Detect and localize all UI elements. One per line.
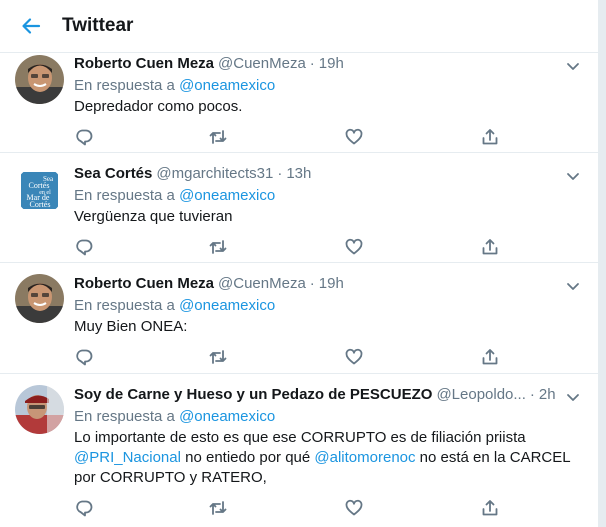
reply-button[interactable] [74,498,94,518]
retweet-icon [209,130,227,144]
tweet-actions [74,127,584,153]
tweet-text-segment: no entiedo por qué [180,449,315,466]
tweet[interactable]: Roberto Cuen Meza @CuenMeza · 19h En res… [0,263,598,374]
tweet-actions [74,498,584,524]
author-name[interactable]: Roberto Cuen Meza [74,274,214,294]
tweet-text-line: Lo importante de esto es que ese CORRUPT… [74,429,526,446]
timestamp[interactable]: 19h [319,54,344,74]
mention-link[interactable]: @PRI_Nacional [74,449,181,466]
reply-icon [76,239,93,256]
avatar[interactable] [15,274,64,323]
avatar[interactable] [15,385,64,434]
share-button[interactable] [480,127,500,147]
header: Twittear [0,0,598,53]
reply-prefix: En respuesta a [74,187,175,204]
author-handle[interactable]: @CuenMeza [218,54,306,74]
chevron-down-icon [567,173,579,180]
share-icon [482,129,498,145]
like-icon [345,128,363,145]
separator-dot: · [529,386,535,403]
separator-dot: · [277,165,283,182]
tweet-text: Depredador como pocos. [74,98,243,115]
reply-button[interactable] [74,237,94,257]
author-name[interactable]: Soy de Carne y Hueso y un Pedazo de PESC… [74,385,432,405]
reply-context: En respuesta a @oneamexico [74,296,584,316]
retweet-button[interactable] [208,237,228,257]
share-icon [482,349,498,365]
reply-button[interactable] [74,347,94,367]
tweet-actions [74,347,584,373]
page-title: Twittear [62,15,134,36]
mention-link[interactable]: @oneamexico [179,297,275,314]
share-icon [482,239,498,255]
avatar[interactable]: Sea Cortés en el Mar de Cortés [15,166,64,215]
reply-button[interactable] [74,127,94,147]
mention-link[interactable]: @oneamexico [179,187,275,204]
tweet[interactable]: Soy de Carne y Hueso y un Pedazo de PESC… [0,374,598,524]
more-options-button[interactable] [566,169,580,183]
reply-prefix: En respuesta a [74,297,175,314]
separator-dot: · [309,55,315,72]
more-options-button[interactable] [566,59,580,73]
like-button[interactable] [344,498,364,518]
chevron-down-icon [567,63,579,70]
retweet-icon [209,240,227,254]
timestamp[interactable]: 13h [286,164,311,184]
reply-prefix: En respuesta a [74,408,175,425]
author-name[interactable]: Roberto Cuen Meza [74,54,214,74]
reply-icon [76,500,93,517]
mention-link[interactable]: @alitomorenoc [314,449,415,466]
tweet-thread-panel: Twittear Roberto Cuen Meza @CuenMeza · 1… [0,0,599,527]
tweet-text-line: @PRI_Nacional no entiedo por qué @alitom… [74,448,584,468]
reply-prefix: En respuesta a [74,77,175,94]
like-icon [345,238,363,255]
like-button[interactable] [344,127,364,147]
retweet-button[interactable] [208,127,228,147]
separator-dot: · [309,275,315,292]
retweet-icon [209,350,227,364]
tweet-text: Lo importante de esto es que ese CORRUPT… [74,428,584,488]
share-button[interactable] [480,347,500,367]
retweet-button[interactable] [208,498,228,518]
like-icon [345,348,363,365]
reply-icon [76,129,93,146]
tweet[interactable]: Roberto Cuen Meza @CuenMeza · 19h En res… [0,53,598,153]
timestamp[interactable]: 19h [319,274,344,294]
tweet[interactable]: Sea Cortés en el Mar de Cortés Sea Corté… [0,153,598,263]
mention-link[interactable]: @oneamexico [179,408,275,425]
author-handle[interactable]: @CuenMeza [218,274,306,294]
share-icon [482,500,498,516]
more-options-button[interactable] [566,390,580,404]
mention-link[interactable]: @oneamexico [179,77,275,94]
like-button[interactable] [344,347,364,367]
reply-context: En respuesta a @oneamexico [74,76,584,96]
like-button[interactable] [344,237,364,257]
reply-context: En respuesta a @oneamexico [74,186,584,206]
retweet-button[interactable] [208,347,228,367]
author-handle[interactable]: @Leopoldo... [436,385,525,405]
timestamp[interactable]: 2h [539,385,556,405]
avatar-word: Cortés [29,181,50,190]
reply-icon [76,349,93,366]
reply-context: En respuesta a @oneamexico [74,407,584,427]
tweet-text: Muy Bien ONEA: [74,318,188,335]
like-icon [345,499,363,516]
author-name[interactable]: Sea Cortés [74,164,152,184]
chevron-down-icon [567,283,579,290]
more-options-button[interactable] [566,279,580,293]
back-button[interactable] [0,0,62,52]
tweet-text: Vergüenza que tuvieran [74,208,233,225]
share-button[interactable] [480,237,500,257]
chevron-down-icon [567,394,579,401]
avatar[interactable] [15,55,64,104]
tweet-text-segment: no está en la CARCEL [415,449,571,466]
retweet-icon [209,501,227,515]
author-handle[interactable]: @mgarchitects31 [156,164,273,184]
back-arrow-icon [22,18,41,34]
share-button[interactable] [480,498,500,518]
avatar-word: Cortés [30,200,51,209]
tweet-actions [74,237,584,263]
tweet-text-line: por CORRUPTO y RATERO, [74,469,267,486]
